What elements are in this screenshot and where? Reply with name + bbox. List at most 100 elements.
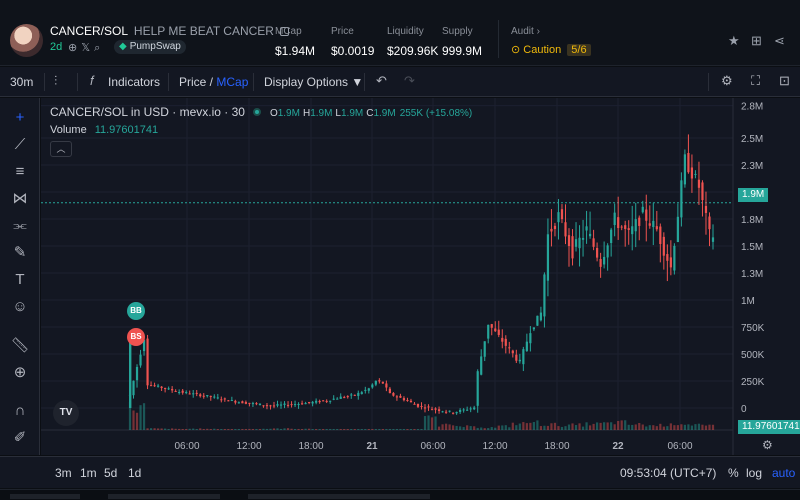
candle-body (666, 254, 669, 261)
function-icon[interactable]: 𝑓 (90, 73, 94, 89)
zoom-in-icon[interactable]: ⊕ (10, 363, 30, 383)
drawing-toolbar: + ⟋ ≡ ⋈ ⫘ ✎ T ☺ 📏︎ ⊕ ∩ ✐ (0, 98, 40, 455)
candle-body (230, 400, 233, 402)
candle-body (209, 395, 212, 397)
volume-bar (353, 429, 356, 430)
candles-icon[interactable]: ⫶ (54, 73, 57, 89)
dex-pill[interactable]: ◆ PumpSwap (114, 40, 186, 54)
magnet-icon[interactable]: ∩ (10, 401, 30, 421)
candle-body (339, 396, 342, 399)
candle-body (444, 411, 448, 413)
range-1d[interactable]: 1d (128, 466, 141, 480)
search-icon[interactable]: ⌕ (94, 42, 104, 54)
fib-icon[interactable]: ⫘ (10, 216, 30, 236)
volume-bar (318, 429, 321, 430)
screenshot-icon[interactable]: ⊡ (779, 73, 790, 89)
clock-timezone[interactable]: 09:53:04 (UTC+7) (620, 466, 716, 480)
volume-bar (711, 424, 715, 430)
candle-body (627, 228, 630, 230)
volume-bar (627, 424, 630, 430)
chart-toolbar: 30m ⫶ 𝑓 Indicators Price / MCap Display … (0, 67, 800, 97)
percent-toggle[interactable]: % (728, 466, 739, 480)
candle-body (588, 233, 592, 237)
pattern-icon[interactable]: ⋈ (10, 189, 30, 209)
volume-bar (251, 429, 255, 430)
volume-bar (574, 425, 578, 430)
lock-drawings-icon[interactable]: ✐ (10, 428, 30, 448)
text-tool-icon[interactable]: T (10, 270, 30, 290)
horizontal-lines-icon[interactable]: ≡ (10, 162, 30, 182)
candle-body (441, 411, 444, 413)
volume-bar (522, 422, 525, 430)
volume-bar (434, 416, 437, 430)
candle-body (234, 400, 237, 403)
volume-bar (269, 428, 272, 430)
candle-body (171, 389, 174, 391)
settings-icon[interactable]: ⚙ (721, 73, 733, 89)
range-5d[interactable]: 5d (104, 466, 117, 480)
interval-button[interactable]: 30m (10, 75, 33, 89)
collapse-legend-button[interactable]: ︿ (50, 141, 72, 157)
add-watchlist-icon[interactable]: ⊞ (751, 33, 762, 49)
candle-body (708, 216, 711, 230)
website-icon[interactable]: ⊕ (68, 42, 81, 54)
candle-body (603, 256, 606, 265)
range-3m[interactable]: 3m (55, 466, 72, 480)
volume-bar (272, 428, 276, 430)
fullscreen-icon[interactable]: ⛶ (751, 73, 760, 89)
display-options-button[interactable]: Display Options ▼ (264, 75, 363, 89)
candle-body (332, 398, 335, 400)
social-links[interactable]: ⊕𝕏⌕ (68, 41, 104, 55)
candle-body (452, 412, 455, 414)
live-dot-icon[interactable] (252, 108, 261, 116)
indicators-button[interactable]: Indicators (108, 75, 160, 89)
volume-bar (283, 428, 286, 430)
share-icon[interactable]: ⋖ (774, 33, 785, 49)
audit-label[interactable]: Audit › (511, 26, 540, 37)
auto-toggle[interactable]: auto (772, 466, 795, 480)
axis-settings-icon[interactable]: ⚙ (762, 438, 773, 452)
divider (498, 20, 499, 58)
volume-bar (673, 425, 676, 430)
caution-badge[interactable]: ⊙ Caution 5/6 (511, 43, 591, 56)
candle-body (480, 356, 483, 375)
token-avatar[interactable] (10, 24, 43, 57)
volume-bar (293, 429, 297, 430)
x-icon[interactable]: 𝕏 (81, 42, 94, 54)
candle-body (543, 274, 546, 317)
star-icon[interactable]: ★ (728, 33, 740, 49)
volume-bar (448, 424, 451, 430)
undo-icon[interactable]: ↶ (376, 73, 387, 89)
token-header: CANCER/SOL HELP ME BEAT CANCER 2d ⊕𝕏⌕ ◆ P… (0, 0, 800, 66)
pill-icon: ◆ (119, 41, 127, 52)
volume-bar (613, 424, 616, 430)
brush-icon[interactable]: ✎ (10, 243, 30, 263)
crosshair-icon[interactable]: + (10, 108, 30, 128)
buy-marker[interactable]: BB (127, 302, 145, 320)
candle-body (322, 400, 325, 402)
redo-icon[interactable]: ↷ (404, 73, 415, 89)
candle-body (153, 385, 156, 387)
trend-line-icon[interactable]: ⟋ (10, 135, 30, 155)
ruler-icon[interactable]: 📏︎ (10, 336, 30, 356)
volume-bar (437, 426, 441, 430)
sell-marker[interactable]: BS (127, 328, 145, 346)
log-toggle[interactable]: log (746, 466, 762, 480)
candle-body (149, 385, 153, 387)
volume-bar (557, 426, 560, 430)
chart-canvas[interactable]: 2.8M2.5M2.3M2M1.8M1.5M1.3M1M750K500K250K… (41, 98, 800, 455)
candle-body (659, 226, 662, 245)
caution-text: Caution (523, 44, 562, 56)
candle-body (427, 406, 430, 408)
price-mcap-toggle[interactable]: Price / MCap (179, 75, 248, 89)
emoji-icon[interactable]: ☺ (10, 297, 30, 317)
volume-bar (364, 429, 367, 430)
volume-bar (188, 428, 191, 430)
range-1m[interactable]: 1m (80, 466, 97, 480)
audit-text: Audit (511, 26, 534, 37)
candle-body (430, 409, 434, 411)
volume-bar (610, 422, 613, 430)
tradingview-logo[interactable]: TV (53, 400, 79, 426)
price-chart[interactable]: 2.8M2.5M2.3M2M1.8M1.5M1.3M1M750K500K250K… (41, 98, 800, 455)
volume-bar (578, 423, 581, 430)
